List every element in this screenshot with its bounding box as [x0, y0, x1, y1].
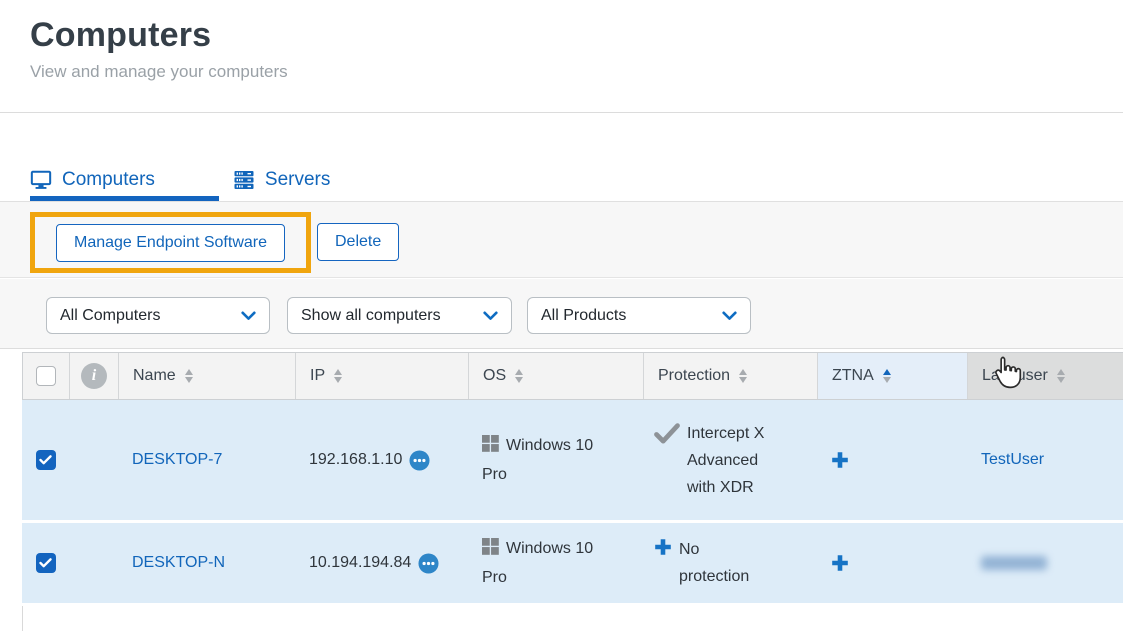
row-checkbox-checked[interactable] — [36, 450, 56, 470]
ip-address: 192.168.1.10 — [309, 451, 402, 469]
chevron-down-icon — [722, 311, 737, 321]
table-row: DESKTOP-N 10.194.194.84 Windows 10 Pro — [22, 523, 1123, 603]
row-os-cell: Windows 10 Pro — [468, 523, 643, 603]
tab-servers-label: Servers — [265, 169, 330, 191]
sort-icon — [334, 369, 342, 384]
page-header: Computers View and manage your computers — [30, 16, 288, 82]
row-info-cell — [69, 400, 118, 520]
table-row: DESKTOP-7 192.168.1.10 Windows 10 Pro I — [22, 400, 1123, 520]
row-last-user-cell: TestUser — [967, 400, 1123, 520]
tab-computers-label: Computers — [62, 169, 155, 191]
row-name-cell: DESKTOP-N — [118, 523, 295, 603]
row-ztna-cell — [817, 523, 967, 603]
column-header-protection-label: Protection — [658, 367, 730, 385]
windows-icon — [482, 434, 499, 461]
computers-table: i Name IP OS Protection ZTNA — [22, 352, 1123, 603]
last-user-link[interactable]: TestUser — [981, 451, 1044, 469]
ellipsis-icon[interactable] — [409, 450, 430, 471]
computer-name-link[interactable]: DESKTOP-N — [132, 554, 225, 572]
row-ztna-cell — [817, 400, 967, 520]
row-protection-cell: No protection — [643, 523, 817, 603]
annotation-highlight-box: Manage Endpoint Software — [30, 212, 311, 273]
page-title: Computers — [30, 16, 288, 55]
protection-label: No protection — [679, 536, 757, 590]
check-icon — [654, 423, 680, 449]
windows-icon — [482, 537, 499, 564]
sort-icon — [739, 369, 747, 384]
show-computers-dropdown-value: Show all computers — [301, 307, 441, 325]
column-header-last-user[interactable]: Last user — [968, 353, 1123, 399]
sort-icon — [515, 369, 523, 384]
plus-icon[interactable] — [831, 451, 849, 469]
row-name-cell: DESKTOP-7 — [118, 400, 295, 520]
row-select-cell — [22, 400, 69, 520]
server-icon — [233, 169, 255, 191]
column-header-name-label: Name — [133, 367, 176, 385]
sort-icon — [1057, 369, 1065, 384]
redacted-last-user[interactable] — [981, 556, 1047, 570]
row-checkbox-checked[interactable] — [36, 553, 56, 573]
header-divider — [0, 112, 1123, 113]
tab-bar: Computers Servers — [30, 160, 330, 200]
plus-icon[interactable] — [831, 554, 849, 572]
filters-toolbar: All Computers Show all computers All Pro… — [0, 279, 1123, 349]
computers-group-dropdown-value: All Computers — [60, 307, 160, 325]
computer-name-link[interactable]: DESKTOP-7 — [132, 451, 222, 469]
products-dropdown-value: All Products — [541, 307, 626, 325]
chevron-down-icon — [483, 311, 498, 321]
monitor-icon — [30, 169, 52, 191]
column-header-ztna-label: ZTNA — [832, 367, 874, 385]
column-header-ip[interactable]: IP — [296, 353, 469, 399]
manage-endpoint-software-button[interactable]: Manage Endpoint Software — [56, 224, 285, 262]
computers-page: Computers View and manage your computers… — [0, 0, 1123, 631]
page-subtitle: View and manage your computers — [30, 62, 288, 82]
products-dropdown[interactable]: All Products — [527, 297, 751, 334]
row-os-cell: Windows 10 Pro — [468, 400, 643, 520]
tab-computers[interactable]: Computers — [30, 160, 155, 200]
show-computers-dropdown[interactable]: Show all computers — [287, 297, 512, 334]
column-header-last-user-label: Last user — [982, 367, 1048, 385]
actions-toolbar: Manage Endpoint Software Delete — [0, 201, 1123, 278]
column-header-protection[interactable]: Protection — [644, 353, 818, 399]
info-icon[interactable]: i — [81, 363, 107, 389]
sort-icon — [185, 369, 193, 384]
sort-icon-active-asc — [883, 369, 891, 384]
ellipsis-icon[interactable] — [418, 553, 439, 574]
column-header-ztna[interactable]: ZTNA — [818, 353, 968, 399]
row-last-user-cell — [967, 523, 1123, 603]
select-all-checkbox[interactable] — [36, 366, 56, 386]
column-header-name[interactable]: Name — [119, 353, 296, 399]
select-all-header-cell — [23, 353, 70, 399]
computers-group-dropdown[interactable]: All Computers — [46, 297, 270, 334]
row-protection-cell: Intercept X Advanced with XDR — [643, 400, 817, 520]
info-header-cell: i — [70, 353, 119, 399]
table-header-row: i Name IP OS Protection ZTNA — [22, 352, 1123, 400]
chevron-down-icon — [241, 311, 256, 321]
row-ip-cell: 192.168.1.10 — [295, 400, 468, 520]
column-header-ip-label: IP — [310, 367, 325, 385]
column-header-os[interactable]: OS — [469, 353, 644, 399]
delete-button[interactable]: Delete — [317, 223, 399, 261]
ip-address: 10.194.194.84 — [309, 554, 411, 572]
table-left-border — [22, 606, 23, 631]
tab-servers[interactable]: Servers — [233, 160, 330, 200]
row-info-cell — [69, 523, 118, 603]
row-ip-cell: 10.194.194.84 — [295, 523, 468, 603]
plus-icon[interactable] — [654, 538, 672, 556]
protection-label: Intercept X Advanced with XDR — [687, 420, 765, 501]
row-select-cell — [22, 523, 69, 603]
column-header-os-label: OS — [483, 367, 506, 385]
